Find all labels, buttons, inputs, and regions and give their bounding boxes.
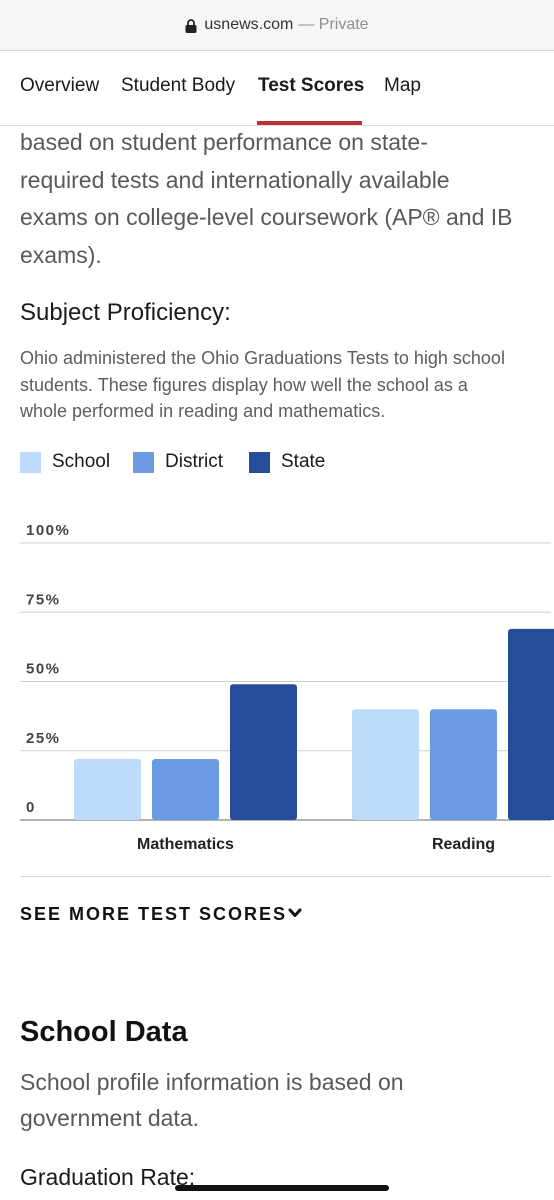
description-line: School profile information is based on <box>20 1069 404 1095</box>
home-indicator[interactable] <box>175 1185 389 1191</box>
tab-test-scores[interactable]: Test Scores <box>258 75 364 97</box>
url-private-label: — Private <box>298 16 368 34</box>
description-line: Ohio administered the Ohio Graduations T… <box>20 348 505 368</box>
legend-label-district: District <box>165 451 224 472</box>
intro-line: exams on college-level coursework (AP® a… <box>20 204 513 230</box>
x-category-label: Mathematics <box>137 836 234 853</box>
legend-swatch-district <box>133 452 154 473</box>
legend-label-state: State <box>281 451 326 472</box>
url-domain: usnews.com <box>204 16 294 33</box>
legend-label-school: School <box>52 451 111 472</box>
intro-line: based on student performance on state- <box>20 129 428 155</box>
section-tab-bar: Overview Student Body Test Scores Map <box>0 51 554 126</box>
legend-swatch-state <box>249 452 270 473</box>
subject-proficiency-heading: Subject Proficiency: <box>20 299 231 326</box>
bar <box>508 628 554 820</box>
bar <box>230 684 297 820</box>
school-data-description: School profile information is based on g… <box>20 1064 404 1136</box>
tab-overview[interactable]: Overview <box>20 75 99 97</box>
bar <box>352 709 419 820</box>
tab-map[interactable]: Map <box>384 75 421 97</box>
y-tick-label: 100% <box>26 522 70 539</box>
description-line: whole performed in reading and mathemati… <box>20 401 386 421</box>
lock-icon <box>185 19 197 33</box>
school-data-heading: School Data <box>20 1016 188 1048</box>
tab-student-body[interactable]: Student Body <box>121 75 235 97</box>
y-tick-label: 50% <box>26 661 61 678</box>
y-tick-label: 25% <box>26 730 61 747</box>
intro-paragraph: based on student performance on state- r… <box>20 124 554 274</box>
see-more-label: SEE MORE TEST SCORES <box>20 904 288 924</box>
description-line: government data. <box>20 1105 200 1131</box>
subject-proficiency-chart: 0 25% 50% 75% 100% Mathematics Reading <box>20 522 554 853</box>
intro-line: exams). <box>20 241 102 268</box>
graduation-rate-label: Graduation Rate: <box>20 1164 196 1190</box>
bar <box>430 709 497 820</box>
bar <box>74 759 141 820</box>
subject-proficiency-description: Ohio administered the Ohio Graduations T… <box>20 345 505 425</box>
y-tick-label: 75% <box>26 591 61 608</box>
intro-line: required tests and internationally avail… <box>20 166 450 193</box>
url-separator: — <box>298 16 315 33</box>
chevron-down-icon <box>288 908 302 917</box>
y-tick-label: 0 <box>26 799 36 816</box>
see-more-test-scores-button[interactable]: SEE MORE TEST SCORES <box>20 904 302 925</box>
section-divider <box>20 876 551 877</box>
legend-swatch-school <box>20 452 41 473</box>
bar <box>152 759 219 820</box>
private-mode-label: Private <box>318 16 369 33</box>
description-line: students. These figures display how well… <box>20 374 468 395</box>
browser-url-bar[interactable]: usnews.com — Private <box>0 0 554 51</box>
x-category-label: Reading <box>432 836 495 853</box>
